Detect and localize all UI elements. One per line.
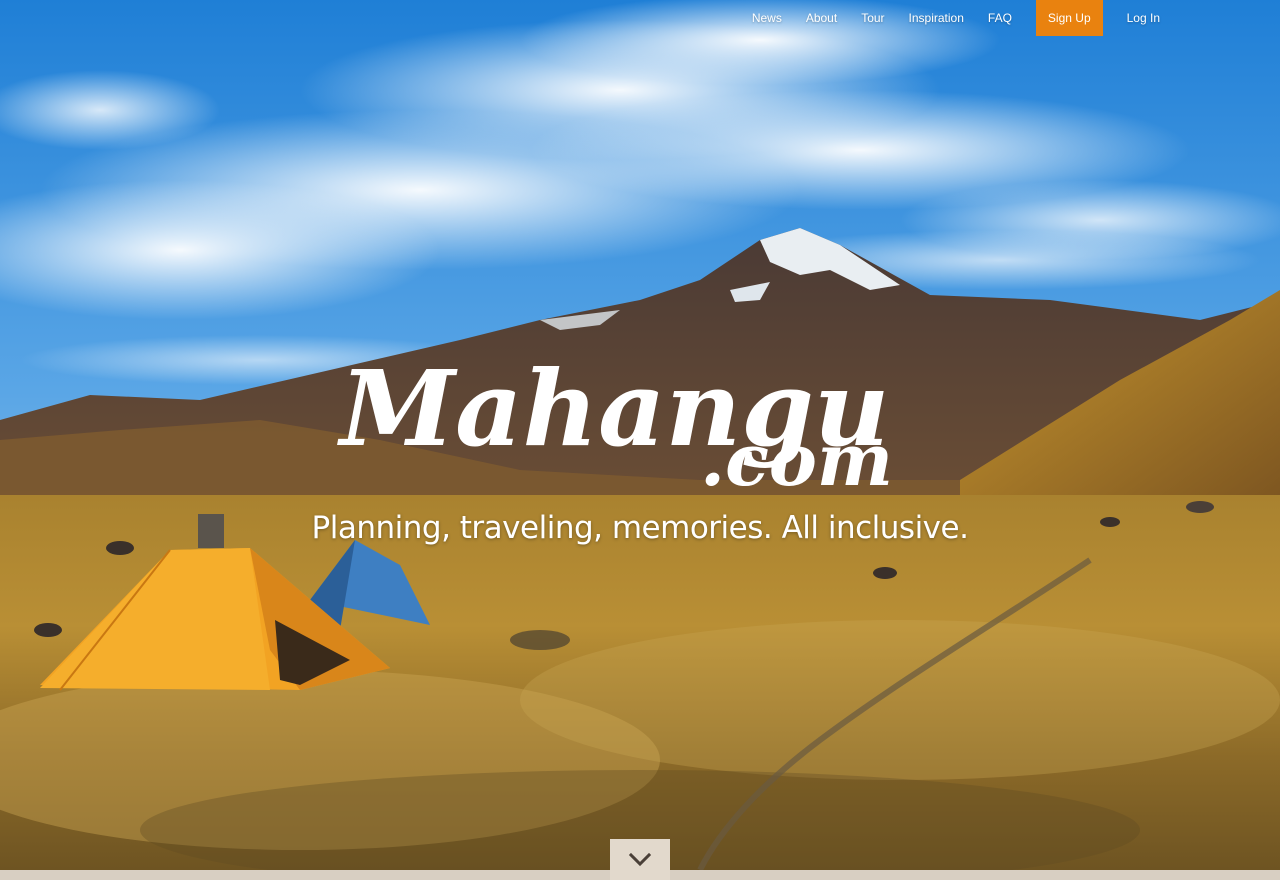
nav-link-about[interactable]: About	[794, 0, 849, 36]
logo-suffix-text: .com	[700, 417, 893, 502]
chevron-down-icon	[629, 852, 651, 866]
nav-link-faq[interactable]: FAQ	[976, 0, 1024, 36]
nav-link-tour[interactable]: Tour	[849, 0, 896, 36]
login-link[interactable]: Log In	[1115, 0, 1172, 36]
top-navigation: News About Tour Inspiration FAQ Sign Up …	[740, 0, 1172, 36]
landing-page: News About Tour Inspiration FAQ Sign Up …	[0, 0, 1280, 880]
nav-link-inspiration[interactable]: Inspiration	[897, 0, 976, 36]
nav-link-news[interactable]: News	[740, 0, 794, 36]
scroll-down-button[interactable]	[610, 839, 670, 880]
signup-button[interactable]: Sign Up	[1035, 0, 1103, 36]
hero-tagline: Planning, traveling, memories. All inclu…	[311, 510, 969, 546]
site-logo: Mahangu .com	[330, 335, 950, 505]
